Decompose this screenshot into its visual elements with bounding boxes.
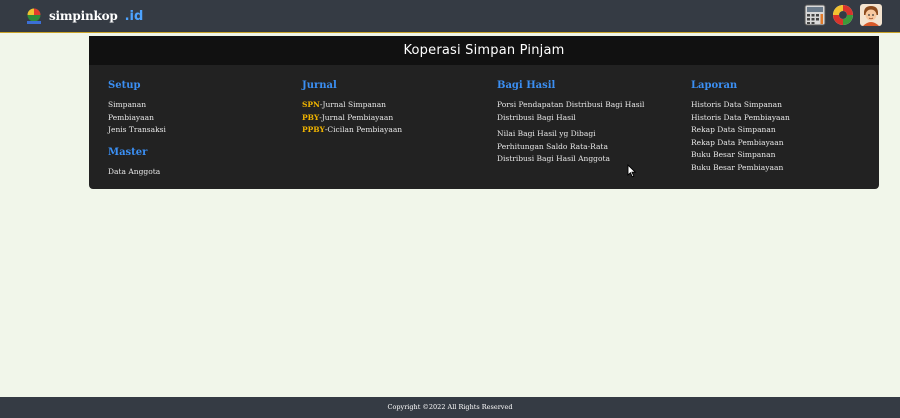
column-title-master: Master (108, 146, 148, 158)
user-avatar-icon[interactable] (860, 4, 882, 26)
lifebuoy-icon[interactable] (832, 4, 854, 26)
item-label: -Jurnal Simpanan (319, 100, 387, 109)
menu-column-laporan: Laporan Historis Data Simpanan Historis … (691, 80, 790, 174)
menu-item-jenis-transaksi[interactable]: Jenis Transaksi (108, 124, 166, 137)
top-navbar: simpinkop .id (0, 0, 900, 33)
menu-item-rekap-simpanan[interactable]: Rekap Data Simpanan (691, 124, 790, 137)
brand-link[interactable]: simpinkop .id (25, 6, 143, 26)
menu-item-jurnal-pembiayaan[interactable]: PBY-Jurnal Pembiayaan (302, 112, 402, 125)
code-badge: PBY (302, 112, 320, 122)
menu-item-distribusi-bagi-hasil[interactable]: Distribusi Bagi Hasil (497, 112, 644, 125)
column-title-setup: Setup (108, 80, 141, 91)
menu-column-bagi-hasil: Bagi Hasil Porsi Pendapatan Distribusi B… (497, 80, 644, 166)
menu-item-jurnal-simpanan[interactable]: SPN-Jurnal Simpanan (302, 99, 402, 112)
menu-item-pembiayaan[interactable]: Pembiayaan (108, 112, 166, 125)
brand-tld: .id (124, 8, 144, 24)
column-title-jurnal: Jurnal (302, 80, 337, 91)
menu-item-buku-besar-simpanan[interactable]: Buku Besar Simpanan (691, 149, 790, 162)
menu-item-nilai-bagi-hasil[interactable]: Nilai Bagi Hasil yg Dibagi (497, 128, 644, 141)
menu-item-buku-besar-pembiayaan[interactable]: Buku Besar Pembiayaan (691, 162, 790, 175)
code-badge: PPBY (302, 125, 325, 134)
column-title-bagi-hasil: Bagi Hasil (497, 80, 556, 91)
menu-column-jurnal: Jurnal SPN-Jurnal Simpanan PBY-Jurnal Pe… (302, 80, 402, 137)
menu-column-setup: Setup Simpanan Pembiayaan Jenis Transaks… (108, 80, 166, 178)
menu-item-historis-simpanan[interactable]: Historis Data Simpanan (691, 99, 790, 112)
menu-item-distribusi-anggota[interactable]: Distribusi Bagi Hasil Anggota (497, 153, 644, 166)
menu-item-rekap-pembiayaan[interactable]: Rekap Data Pembiayaan (691, 137, 790, 150)
mega-menu-panel: Koperasi Simpan Pinjam Setup Simpanan Pe… (89, 36, 879, 189)
menu-item-porsi-pendapatan[interactable]: Porsi Pendapatan Distribusi Bagi Hasil (497, 99, 644, 112)
brand-logo-icon (27, 8, 41, 24)
menu-item-cicilan-pembiayaan[interactable]: PPBY-Cicilan Pembiayaan (302, 124, 402, 137)
mouse-pointer-icon (627, 164, 637, 178)
page-footer: Copyright ©2022 All Rights Reserved (0, 397, 900, 418)
calculator-icon[interactable] (804, 4, 826, 26)
column-title-laporan: Laporan (691, 80, 738, 91)
item-label: -Jurnal Pembiayaan (319, 112, 394, 122)
menu-item-historis-pembiayaan[interactable]: Historis Data Pembiayaan (691, 112, 790, 125)
menu-item-data-anggota[interactable]: Data Anggota (108, 166, 166, 179)
copyright-text: Copyright ©2022 All Rights Reserved (387, 403, 513, 411)
header-icon-group (804, 4, 882, 26)
menu-item-simpanan[interactable]: Simpanan (108, 99, 166, 112)
menu-header: Koperasi Simpan Pinjam (89, 36, 879, 65)
code-badge: SPN (302, 100, 320, 109)
menu-item-saldo-rata-rata[interactable]: Perhitungan Saldo Rata-Rata (497, 141, 644, 154)
menu-title: Koperasi Simpan Pinjam (403, 43, 565, 58)
item-label: -Cicilan Pembiayaan (324, 125, 403, 134)
brand-name: simpinkop (49, 9, 118, 23)
